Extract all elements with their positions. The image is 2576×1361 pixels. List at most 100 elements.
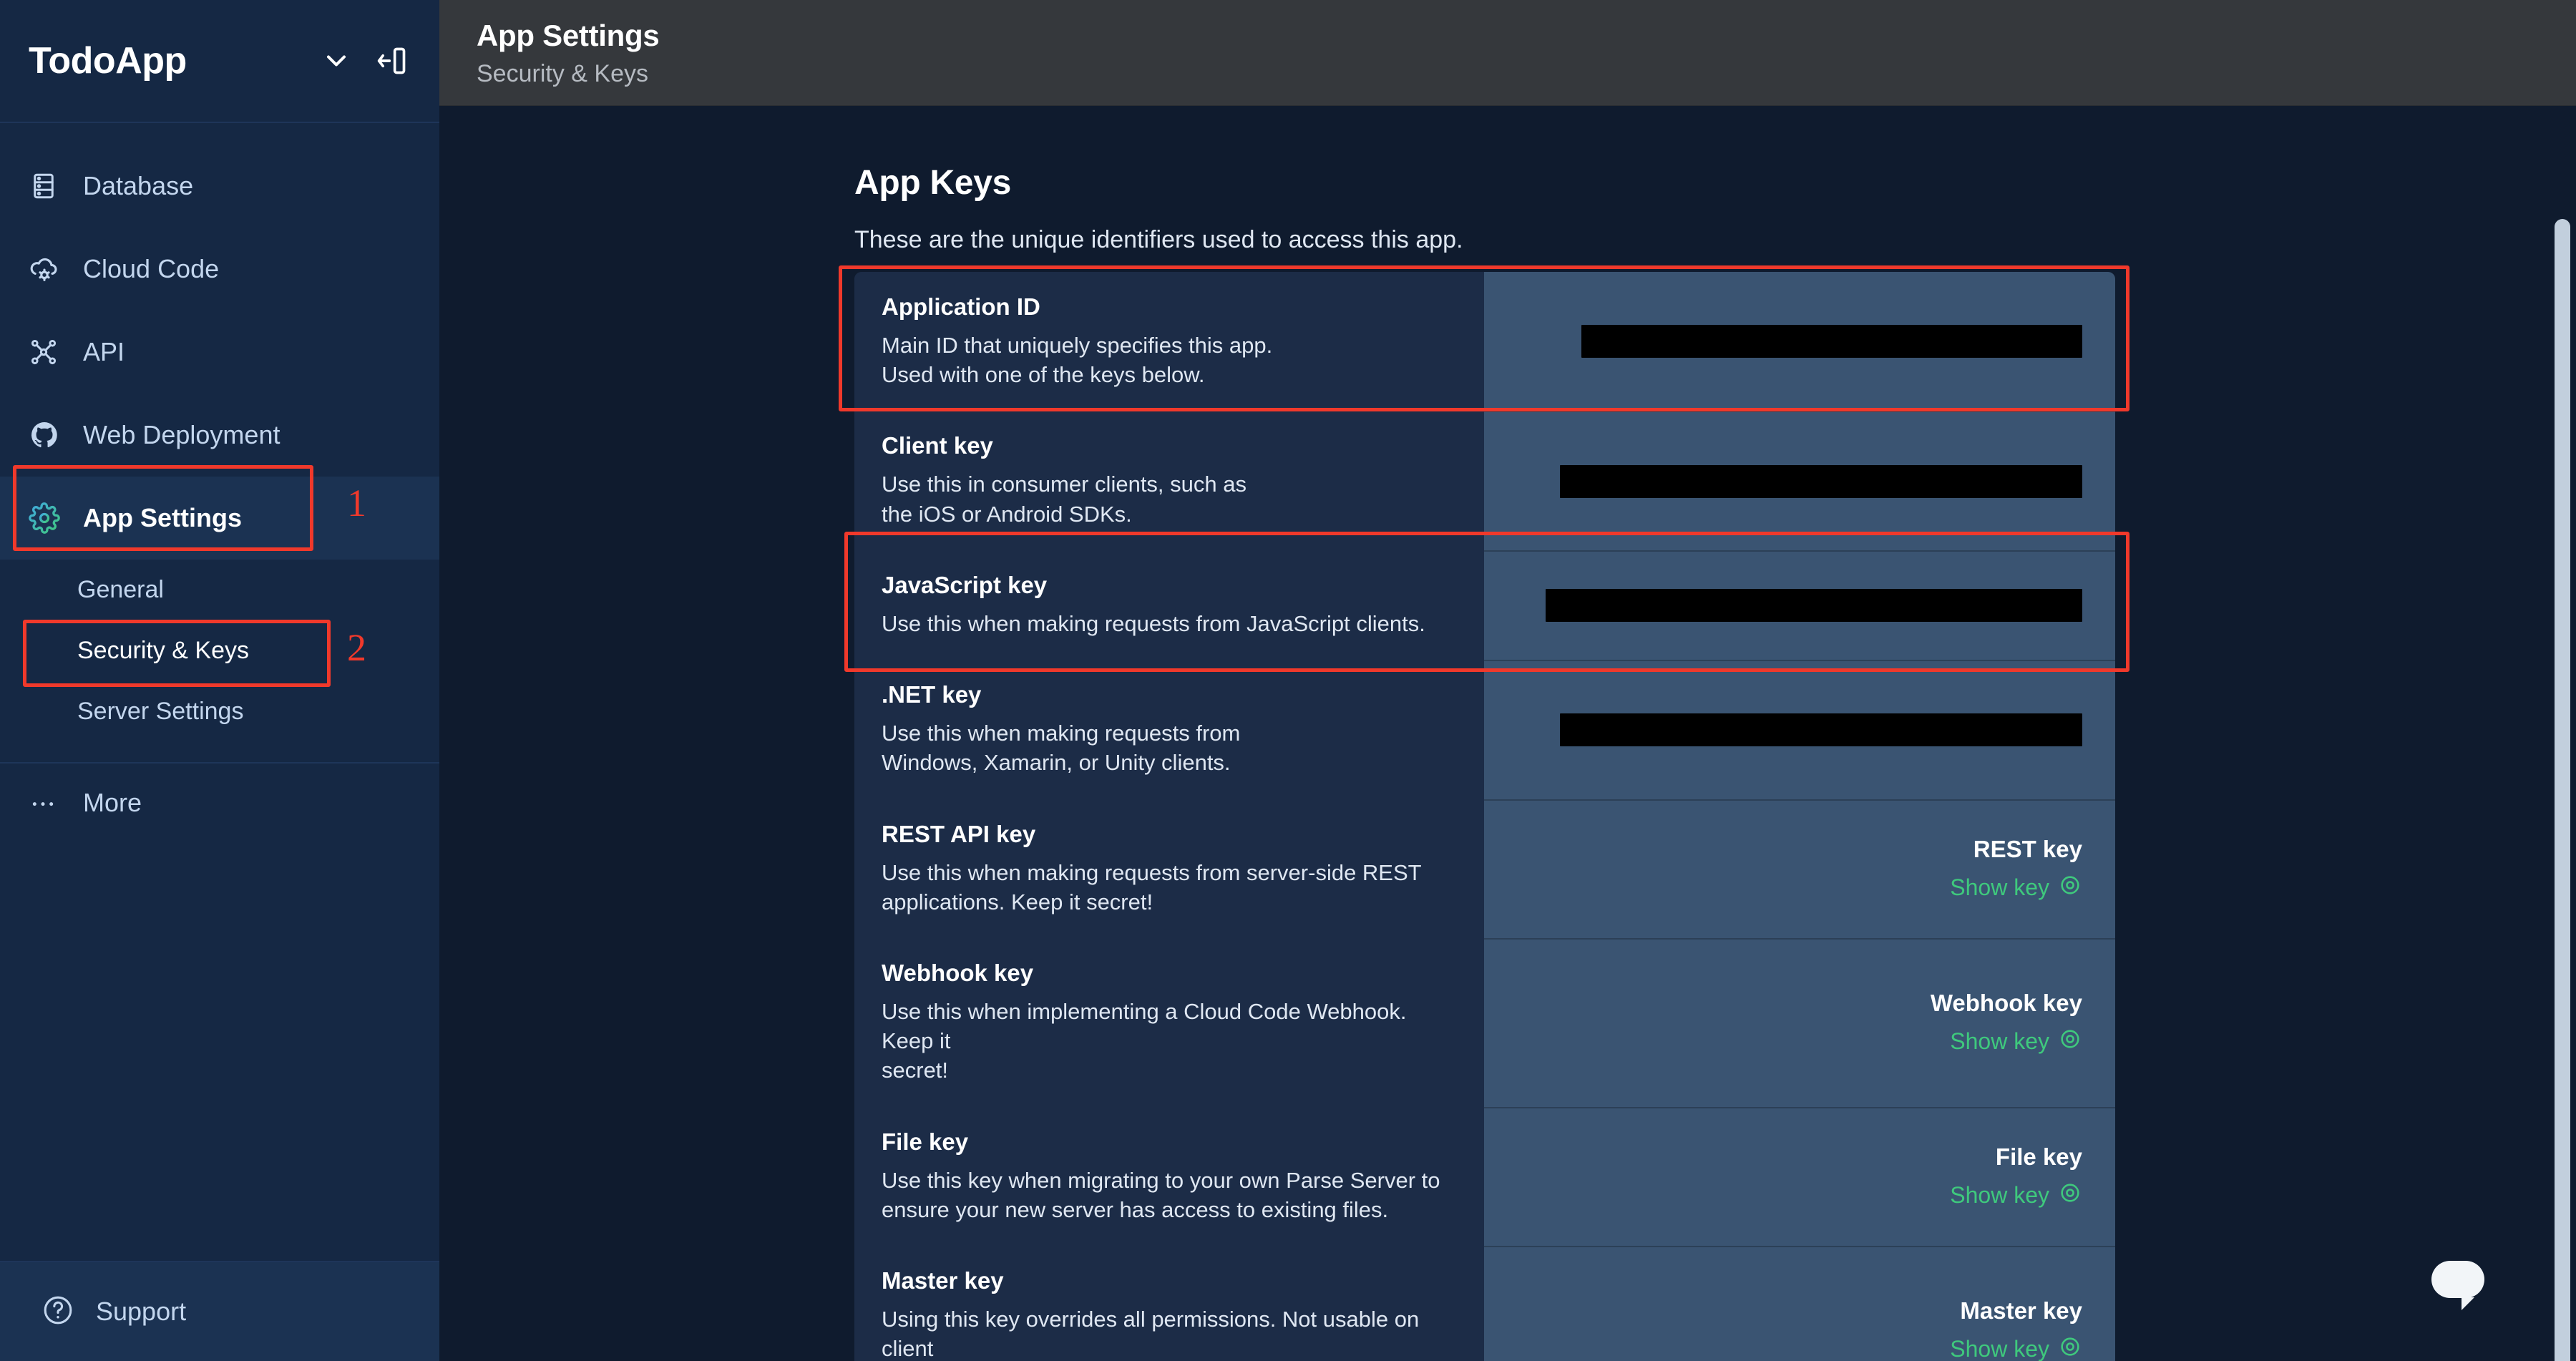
table-row: Client key Use this in consumer clients, … <box>854 411 2115 550</box>
key-description: Use this when making requests from JavaS… <box>882 610 1425 636</box>
github-icon <box>29 419 70 451</box>
eye-icon <box>2058 1027 2082 1057</box>
redacted-key-value <box>1546 589 2082 623</box>
table-row: File key Use this key when migrating to y… <box>854 1106 2115 1247</box>
key-value-cell: File key Show key <box>1484 1106 2115 1247</box>
annotation-number-1: 1 <box>347 482 366 525</box>
sidebar-item-label: Database <box>83 171 194 200</box>
api-nodes-icon <box>29 337 70 367</box>
key-name: .NET key <box>882 681 982 708</box>
sidebar-item-label: API <box>83 337 125 366</box>
sidebar-header: TodoApp <box>0 0 439 123</box>
page-subtitle: Security & Keys <box>477 60 648 87</box>
key-description: Use this when making requests from serve… <box>882 859 1422 914</box>
sidebar-item-database[interactable]: Database <box>0 145 439 228</box>
page-title: App Settings <box>477 19 660 52</box>
sidebar-item-cloud-code[interactable]: Cloud Code <box>0 228 439 311</box>
table-row: Master key Using this key overrides all p… <box>854 1246 2115 1361</box>
show-key-label: Show key <box>1950 1336 2049 1361</box>
database-icon <box>29 171 70 201</box>
key-value-cell <box>1484 272 2115 411</box>
app-keys-panel-header: App Keys These are the unique identifier… <box>854 163 2135 254</box>
sidebar-subitem-security-and-keys[interactable]: Security & Keys <box>0 620 439 681</box>
table-row: REST API key Use this when making request… <box>854 799 2115 938</box>
panel-title: App Keys <box>854 164 1011 202</box>
key-name: Client key <box>882 432 993 459</box>
key-name: File key <box>882 1128 969 1155</box>
panel-description: These are the unique identifiers used to… <box>854 226 1463 253</box>
key-value-label: Master key <box>1960 1297 2082 1324</box>
sidebar-subitem-label: Security & Keys <box>77 637 249 664</box>
sidebar-subitem-server-settings[interactable]: Server Settings <box>0 681 439 742</box>
key-description: Use this in consumer clients, such as the… <box>882 472 1246 527</box>
cloud-gear-icon <box>29 253 70 285</box>
key-name: Webhook key <box>882 959 1034 986</box>
table-row: Webhook key Use this when implementing a … <box>854 937 2115 1107</box>
show-key-button[interactable]: Show key <box>1950 873 2082 903</box>
sidebar-subitem-general[interactable]: General <box>0 560 439 620</box>
show-key-button[interactable]: Show key <box>1950 1181 2082 1211</box>
redacted-key-value <box>1581 325 2082 358</box>
sidebar-nav: Database Cloud Code API Web Deployment A… <box>0 123 439 1261</box>
key-description: Using this key overrides all permissions… <box>882 1307 1420 1361</box>
collapse-panel-icon[interactable] <box>376 45 408 77</box>
key-name: Application ID <box>882 293 1040 320</box>
key-value-label: File key <box>1995 1143 2082 1170</box>
key-info-cell: Master key Using this key overrides all p… <box>854 1246 1484 1361</box>
key-name: Master key <box>882 1267 1004 1294</box>
eye-icon <box>2058 1181 2082 1211</box>
key-info-cell: REST API key Use this when making request… <box>854 799 1484 938</box>
app-name: TodoApp <box>29 40 187 82</box>
eye-icon <box>2058 873 2082 903</box>
sidebar-support-button[interactable]: Support <box>0 1261 439 1361</box>
key-info-cell: .NET key Use this when making requests fr… <box>854 660 1484 799</box>
redacted-key-value <box>1560 464 2082 498</box>
sidebar-subitem-label: Server Settings <box>77 698 244 725</box>
key-description: Use this when implementing a Cloud Code … <box>882 998 1407 1083</box>
sidebar-item-api[interactable]: API <box>0 311 439 394</box>
scrollbar-thumb[interactable] <box>2555 219 2570 1361</box>
key-value-cell <box>1484 411 2115 550</box>
gear-icon <box>29 502 70 534</box>
ellipsis-icon <box>29 789 70 817</box>
sidebar-item-web-deployment[interactable]: Web Deployment <box>0 394 439 477</box>
sidebar-subitem-label: General <box>77 576 164 603</box>
sidebar-item-label: Cloud Code <box>83 254 220 283</box>
key-info-cell: JavaScript key Use this when making reque… <box>854 550 1484 660</box>
sidebar: TodoApp Database Cloud Code API Web Depl… <box>0 0 439 1361</box>
sidebar-item-label: App Settings <box>83 503 242 532</box>
key-value-cell: REST key Show key <box>1484 799 2115 938</box>
chat-bubble-icon[interactable] <box>2431 1261 2484 1310</box>
table-row: .NET key Use this when making requests fr… <box>854 660 2115 799</box>
key-name: REST API key <box>882 820 1036 847</box>
show-key-button[interactable]: Show key <box>1950 1027 2082 1057</box>
key-info-cell: Client key Use this in consumer clients, … <box>854 411 1484 550</box>
app-keys-table: Application ID Main ID that uniquely spec… <box>854 272 2115 1361</box>
key-description: Main ID that uniquely specifies this app… <box>882 333 1273 388</box>
top-header: App Settings Security & Keys <box>439 0 2576 106</box>
question-circle-icon <box>42 1294 74 1330</box>
key-description: Use this when making requests from Window… <box>882 721 1241 776</box>
annotation-number-2: 2 <box>347 626 366 669</box>
sidebar-item-more[interactable]: More <box>0 764 439 842</box>
app-root: TodoApp Database Cloud Code API Web Depl… <box>0 0 2576 1361</box>
table-row: JavaScript key Use this when making reque… <box>854 550 2115 660</box>
chevron-down-icon[interactable] <box>321 45 352 77</box>
key-value-cell <box>1484 660 2115 799</box>
redacted-key-value <box>1560 713 2082 747</box>
key-value-cell: Webhook key Show key <box>1484 937 2115 1107</box>
sidebar-item-label: Web Deployment <box>83 420 280 449</box>
key-value-label: REST key <box>1973 835 2082 862</box>
sidebar-item-label: More <box>83 788 142 817</box>
eye-icon <box>2058 1335 2082 1361</box>
sidebar-item-app-settings[interactable]: App Settings <box>0 477 439 560</box>
key-value-label: Webhook key <box>1930 989 2082 1016</box>
vertical-scrollbar[interactable] <box>2555 219 2570 1361</box>
show-key-label: Show key <box>1950 874 2049 901</box>
show-key-label: Show key <box>1950 1028 2049 1055</box>
show-key-label: Show key <box>1950 1182 2049 1209</box>
show-key-button[interactable]: Show key <box>1950 1335 2082 1361</box>
key-info-cell: Webhook key Use this when implementing a … <box>854 937 1484 1107</box>
main-area: App Settings Security & Keys App Keys Th… <box>439 0 2576 1361</box>
key-value-cell <box>1484 550 2115 660</box>
